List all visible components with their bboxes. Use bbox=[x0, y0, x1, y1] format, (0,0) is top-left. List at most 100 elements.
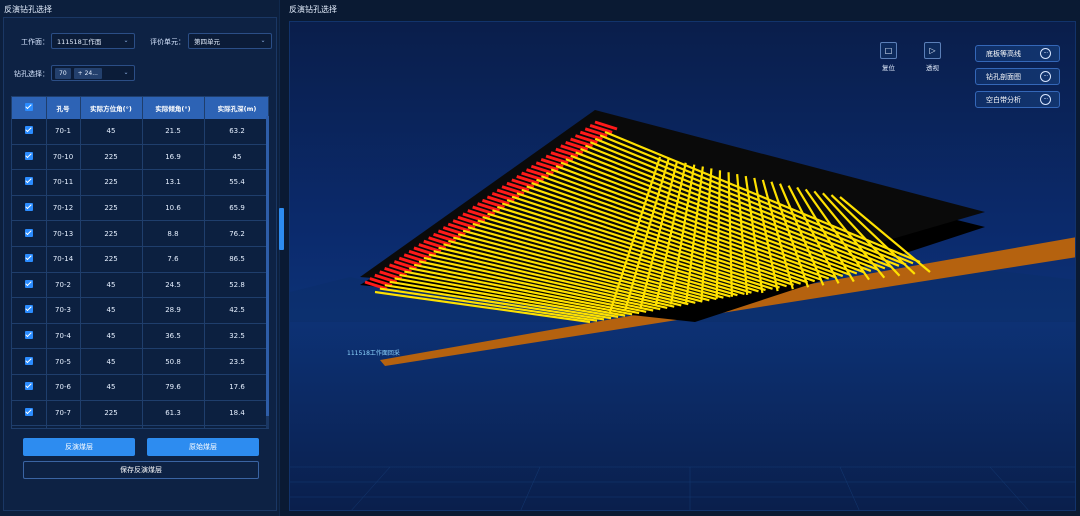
depth-cell: 23.5 bbox=[204, 348, 268, 375]
azimuth-cell: 45 bbox=[80, 348, 143, 375]
left-panel: 反演钻孔选择 工作面： 111518工作面 ⌄ 评价单元： 第四单元 ⌄ 钻孔选… bbox=[0, 0, 280, 516]
reset-tool[interactable]: □ 复位 bbox=[880, 42, 897, 72]
table-row[interactable]: 70-82253625.3 bbox=[12, 425, 268, 428]
drill-select[interactable]: 70 + 24... ⌄ bbox=[51, 65, 135, 81]
blank-zone-button[interactable]: 空白带分析 ··· bbox=[975, 91, 1060, 108]
azimuth-cell: 45 bbox=[80, 297, 143, 324]
panel-title: 反演钻孔选择 bbox=[4, 5, 52, 14]
hole-id-cell: 70-12 bbox=[46, 195, 81, 222]
perspective-tool[interactable]: ▷ 透视 bbox=[924, 42, 941, 72]
azimuth-cell: 45 bbox=[80, 323, 143, 350]
row-checkbox[interactable] bbox=[12, 400, 47, 427]
hole-id-cell: 70-2 bbox=[46, 272, 81, 299]
hole-id-cell: 70-4 bbox=[46, 323, 81, 350]
drill-label: 钻孔选择： bbox=[14, 69, 49, 79]
table-scrollbar[interactable] bbox=[266, 116, 269, 428]
depth-cell: 76.2 bbox=[204, 220, 268, 247]
workface-label: 工作面： bbox=[21, 37, 49, 47]
hole-id-cell: 70-11 bbox=[46, 169, 81, 196]
table-row[interactable]: 70-6 45 79.6 17.6 bbox=[12, 374, 268, 401]
azimuth-cell: 225 bbox=[80, 169, 143, 196]
workface-label-text: 工作面： bbox=[21, 38, 49, 46]
panel-splitter-handle[interactable] bbox=[279, 208, 284, 250]
row-checkbox[interactable] bbox=[12, 119, 47, 145]
drill-tag-more[interactable]: + 24... bbox=[73, 67, 102, 79]
table-scrollbar-thumb[interactable] bbox=[266, 116, 269, 416]
workface-scene-label: 111518工作面回采 bbox=[347, 350, 400, 357]
unit-select[interactable]: 第四单元 ⌄ bbox=[188, 33, 272, 49]
row-checkbox[interactable] bbox=[12, 348, 47, 375]
unit-select-value: 第四单元 bbox=[194, 38, 220, 46]
save-inverted-seam-button[interactable]: 保存反演煤层 bbox=[23, 461, 259, 479]
chevron-down-icon: ⌄ bbox=[123, 69, 129, 76]
row-checkbox[interactable] bbox=[12, 323, 47, 350]
depth-cell: 65.9 bbox=[204, 195, 268, 222]
table-header-row: 孔号 实际方位角(°) 实际倾角(°) 实际孔深(m) bbox=[12, 97, 268, 119]
table-row[interactable]: 70-12 225 10.6 65.9 bbox=[12, 195, 268, 222]
scene-svg bbox=[290, 110, 1075, 510]
dip-cell: 50.8 bbox=[142, 348, 205, 375]
hole-id-cell: 70-1 bbox=[46, 119, 81, 145]
more-icon[interactable]: ··· bbox=[1040, 48, 1051, 59]
depth-cell: 52.8 bbox=[204, 272, 268, 299]
row-checkbox[interactable] bbox=[12, 246, 47, 273]
3d-viewport[interactable]: □ 复位 ▷ 透视 底板等高线 ··· 钻孔剖面图 ··· 空白带分析 ··· … bbox=[289, 21, 1076, 511]
hole-id-cell: 70-3 bbox=[46, 297, 81, 324]
hole-id-cell: 70-6 bbox=[46, 374, 81, 401]
azimuth-cell: 225 bbox=[80, 220, 143, 247]
dip-cell: 10.6 bbox=[142, 195, 205, 222]
blank-zone-label: 空白带分析 bbox=[986, 95, 1021, 104]
dip-cell: 24.5 bbox=[142, 272, 205, 299]
table-row[interactable]: 70-1 45 21.5 63.2 bbox=[12, 119, 268, 145]
drill-profile-button[interactable]: 钻孔剖面图 ··· bbox=[975, 68, 1060, 85]
table-row[interactable]: 70-11 225 13.1 55.4 bbox=[12, 169, 268, 196]
row-checkbox[interactable] bbox=[12, 169, 47, 196]
row-checkbox[interactable] bbox=[12, 220, 47, 247]
more-icon[interactable]: ··· bbox=[1040, 94, 1051, 105]
row-checkbox[interactable] bbox=[12, 374, 47, 401]
drill-table: 孔号 实际方位角(°) 实际倾角(°) 实际孔深(m) 70-1 45 21.5 63… bbox=[11, 96, 269, 429]
ground-grid bbox=[290, 466, 1075, 510]
dip-cell: 7.6 bbox=[142, 246, 205, 273]
depth-cell: 25.3 bbox=[204, 425, 268, 428]
row-checkbox[interactable] bbox=[12, 272, 47, 299]
table-row[interactable]: 70-13 225 8.8 76.2 bbox=[12, 220, 268, 247]
more-icon[interactable]: ··· bbox=[1040, 71, 1051, 82]
col-azimuth: 实际方位角(°) bbox=[80, 97, 143, 119]
drill-tag[interactable]: 70 bbox=[55, 67, 71, 79]
invert-seam-button[interactable]: 反演煤层 bbox=[23, 438, 135, 456]
azimuth-cell: 225 bbox=[80, 425, 143, 428]
row-checkbox[interactable] bbox=[12, 297, 47, 324]
cube-icon: □ bbox=[880, 42, 897, 59]
chevron-down-icon: ⌄ bbox=[123, 37, 129, 44]
depth-cell: 32.5 bbox=[204, 323, 268, 350]
table-row[interactable]: 70-7 225 61.3 18.4 bbox=[12, 400, 268, 427]
drill-profile-label: 钻孔剖面图 bbox=[986, 72, 1021, 81]
table-row[interactable]: 70-14 225 7.6 86.5 bbox=[12, 246, 268, 273]
dip-cell: 16.9 bbox=[142, 144, 205, 171]
dip-cell: 13.1 bbox=[142, 169, 205, 196]
row-checkbox[interactable] bbox=[12, 144, 47, 171]
table-row[interactable]: 70-4 45 36.5 32.5 bbox=[12, 323, 268, 350]
depth-cell: 86.5 bbox=[204, 246, 268, 273]
unit-label-text: 评价单元： bbox=[150, 38, 185, 46]
table-row[interactable]: 70-5 45 50.8 23.5 bbox=[12, 348, 268, 375]
row-checkbox[interactable] bbox=[12, 195, 47, 222]
row-checkbox[interactable] bbox=[12, 425, 47, 428]
hole-id-cell: 70-7 bbox=[46, 400, 81, 427]
table-row[interactable]: 70-10 225 16.9 45 bbox=[12, 144, 268, 171]
table-row[interactable]: 70-3 45 28.9 42.5 bbox=[12, 297, 268, 324]
floor-contour-button[interactable]: 底板等高线 ··· bbox=[975, 45, 1060, 62]
depth-cell: 55.4 bbox=[204, 169, 268, 196]
table-row[interactable]: 70-2 45 24.5 52.8 bbox=[12, 272, 268, 299]
workface-select-value: 111518工作面 bbox=[57, 38, 102, 46]
azimuth-cell: 225 bbox=[80, 195, 143, 222]
original-seam-button[interactable]: 原始煤层 bbox=[147, 438, 259, 456]
dip-cell: 8.8 bbox=[142, 220, 205, 247]
select-all-checkbox[interactable] bbox=[12, 97, 47, 119]
col-hole-id: 孔号 bbox=[46, 97, 81, 119]
reset-label: 复位 bbox=[882, 64, 895, 72]
perspective-label: 透视 bbox=[926, 64, 939, 72]
workface-select[interactable]: 111518工作面 ⌄ bbox=[51, 33, 135, 49]
hole-id-cell: 70-10 bbox=[46, 144, 81, 171]
